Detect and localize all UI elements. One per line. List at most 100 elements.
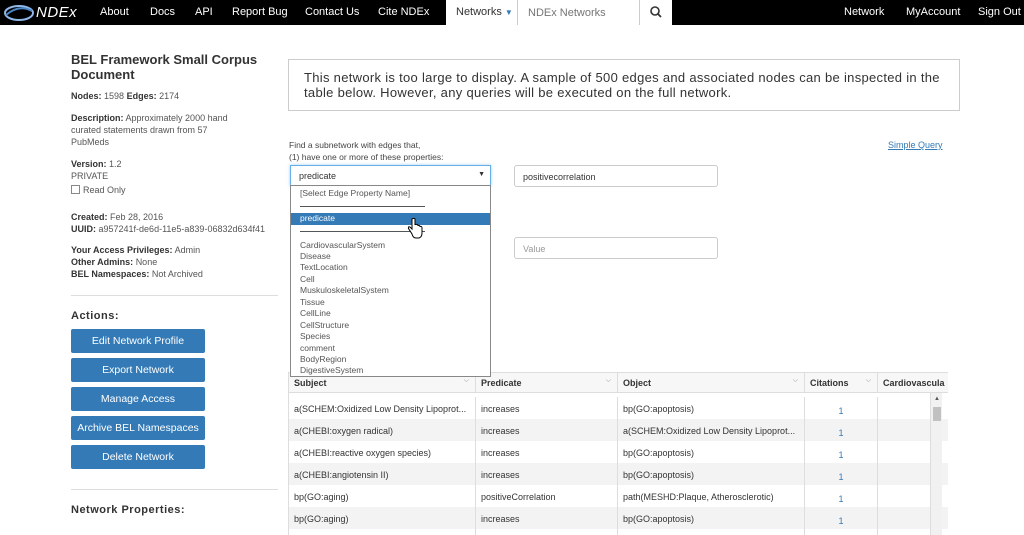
nav-myaccount-link[interactable]: MyAccount bbox=[906, 6, 960, 18]
dropdown-option[interactable]: CellLine bbox=[291, 308, 490, 319]
dropdown-option[interactable]: Species bbox=[291, 331, 490, 342]
dropdown-option[interactable]: TextLocation bbox=[291, 262, 490, 273]
cell-citations-link[interactable]: 1 bbox=[805, 397, 878, 419]
caret-down-icon: ▼ bbox=[504, 8, 513, 17]
cell-subject: a(SCHEM:Oxidized Low Density Lipoprot... bbox=[289, 397, 476, 419]
cell-object: bp(GO:apoptosis) bbox=[618, 507, 805, 529]
column-header-predicate[interactable]: Predicate ⌵ bbox=[476, 373, 618, 393]
networks-dropdown-button[interactable]: Networks ▼ bbox=[446, 0, 518, 25]
cell-predicate: increases bbox=[476, 507, 618, 529]
network-search-bar: Networks ▼ bbox=[446, 0, 672, 25]
read-only-label: Read Only bbox=[83, 185, 126, 195]
cell-citations-link[interactable]: 1 bbox=[805, 419, 878, 441]
column-header-citations[interactable]: Citations ⌵ bbox=[805, 373, 878, 393]
description-label: Description: bbox=[71, 113, 124, 123]
table-row[interactable]: a(SCHEM:Oxidized Low Density Lipoprot...… bbox=[289, 397, 948, 419]
dropdown-option[interactable]: DigestiveSystem bbox=[291, 365, 490, 376]
table-row[interactable]: bp(GO:aging) increases bp(GO:apoptosis) … bbox=[289, 507, 948, 529]
table-row[interactable] bbox=[289, 529, 948, 535]
cell-predicate: increases bbox=[476, 463, 618, 485]
cell-subject: a(CHEBI:oxygen radical) bbox=[289, 419, 476, 441]
cell-subject bbox=[289, 529, 476, 535]
nav-about-link[interactable]: About bbox=[100, 6, 129, 18]
property-value-field[interactable]: positivecorrelation bbox=[514, 165, 718, 187]
uuid: UUID: a957241f-de6d-11e5-a839-06832d634f… bbox=[71, 223, 281, 235]
cell-subject: bp(GO:aging) bbox=[289, 485, 476, 507]
delete-network-button[interactable]: Delete Network bbox=[71, 445, 205, 469]
edges-table: Subject ⌵ Predicate ⌵ Object ⌵ Citations ⌵ C… bbox=[288, 372, 948, 535]
nodes-count: 1598 bbox=[104, 91, 125, 101]
dropdown-option[interactable]: Tissue bbox=[291, 297, 490, 308]
edges-label: Edges: bbox=[126, 91, 157, 101]
dropdown-header-option[interactable]: [Select Edge Property Name] bbox=[291, 188, 490, 199]
table-row[interactable]: bp(GO:aging) positiveCorrelation path(ME… bbox=[289, 485, 948, 507]
network-info-panel: BEL Framework Small Corpus Document Node… bbox=[71, 52, 281, 280]
cell-predicate: positiveCorrelation bbox=[476, 485, 618, 507]
sort-icon: ⌵ bbox=[792, 377, 798, 384]
sort-icon: ⌵ bbox=[605, 377, 611, 384]
top-navbar: NDEx About Docs API Report Bug Contact U… bbox=[0, 0, 1024, 25]
table-row[interactable]: a(CHEBI:oxygen radical) increases a(SCHE… bbox=[289, 419, 948, 441]
other-admins-value: None bbox=[135, 257, 158, 267]
dropdown-option[interactable]: CellStructure bbox=[291, 320, 490, 331]
sort-icon: ⌵ bbox=[865, 377, 871, 384]
edge-property-dropdown: [Select Edge Property Name] predicate Ca… bbox=[290, 185, 491, 377]
query-intro-line1: Find a subnetwork with edges that, bbox=[289, 140, 421, 150]
nav-network-link[interactable]: Network bbox=[844, 6, 884, 18]
nav-report-bug-link[interactable]: Report Bug bbox=[232, 6, 288, 18]
version: Version: 1.2 bbox=[71, 158, 281, 170]
edit-network-profile-button[interactable]: Edit Network Profile bbox=[71, 329, 205, 353]
created-value: Feb 28, 2016 bbox=[110, 212, 164, 222]
dropdown-option[interactable]: CardiovascularSystem bbox=[291, 240, 490, 251]
networks-label: Networks bbox=[456, 6, 502, 18]
dropdown-option[interactable]: Disease bbox=[291, 251, 490, 262]
manage-access-button[interactable]: Manage Access bbox=[71, 387, 205, 411]
cell-citations-link[interactable]: 1 bbox=[805, 463, 878, 485]
cell-citations-link[interactable]: 1 bbox=[805, 485, 878, 507]
cell-object: bp(GO:apoptosis) bbox=[618, 397, 805, 419]
uuid-value: a957241f-de6d-11e5-a839-06832d634f41 bbox=[98, 224, 265, 234]
edge-property-select[interactable]: predicate ▼ bbox=[290, 165, 491, 186]
created: Created: Feb 28, 2016 bbox=[71, 211, 281, 223]
privileges-label: Your Access Privileges: bbox=[71, 245, 173, 255]
network-properties-heading: Network Properties: bbox=[71, 504, 186, 516]
hand-pointer-icon bbox=[407, 217, 423, 245]
nav-api-link[interactable]: API bbox=[195, 6, 213, 18]
cell-citations-link[interactable]: 1 bbox=[805, 507, 878, 529]
column-header-cardiovascular[interactable]: Cardiovascula bbox=[878, 373, 948, 393]
cell-citations bbox=[805, 529, 878, 535]
cell-object: bp(GO:apoptosis) bbox=[618, 441, 805, 463]
column-header-object[interactable]: Object ⌵ bbox=[618, 373, 805, 393]
property-value-field-2[interactable]: Value bbox=[514, 237, 718, 259]
dropdown-option[interactable]: Cell bbox=[291, 274, 490, 285]
archive-bel-namespaces-button[interactable]: Archive BEL Namespaces bbox=[71, 416, 205, 440]
dropdown-option[interactable]: BodyRegion bbox=[291, 354, 490, 365]
search-icon bbox=[650, 6, 662, 18]
scrollbar-thumb[interactable] bbox=[933, 407, 941, 421]
cell-subject: bp(GO:aging) bbox=[289, 507, 476, 529]
cell-citations-link[interactable]: 1 bbox=[805, 441, 878, 463]
read-only-checkbox[interactable] bbox=[71, 185, 80, 194]
nav-signout-link[interactable]: Sign Out bbox=[978, 6, 1021, 18]
ndex-logo[interactable]: NDEx bbox=[2, 2, 88, 23]
table-scrollbar[interactable]: ▲ bbox=[930, 393, 942, 535]
caret-down-icon: ▼ bbox=[478, 171, 485, 178]
table-row[interactable]: a(CHEBI:angiotensin II) increases bp(GO:… bbox=[289, 463, 948, 485]
cell-object: a(SCHEM:Oxidized Low Density Lipoprot... bbox=[618, 419, 805, 441]
nav-contact-link[interactable]: Contact Us bbox=[305, 6, 359, 18]
search-input[interactable] bbox=[519, 0, 639, 25]
brand-text: NDEx bbox=[36, 4, 78, 21]
table-row[interactable]: a(CHEBI:reactive oxygen species) increas… bbox=[289, 441, 948, 463]
dropdown-option[interactable]: MuskuloskeletalSystem bbox=[291, 285, 490, 296]
nav-cite-link[interactable]: Cite NDEx bbox=[378, 6, 429, 18]
cell-object: path(MESHD:Plaque, Atherosclerotic) bbox=[618, 485, 805, 507]
cell-object bbox=[618, 529, 805, 535]
scroll-up-icon[interactable]: ▲ bbox=[934, 396, 940, 402]
export-network-button[interactable]: Export Network bbox=[71, 358, 205, 382]
search-button[interactable] bbox=[639, 0, 672, 25]
nav-docs-link[interactable]: Docs bbox=[150, 6, 175, 18]
simple-query-link[interactable]: Simple Query bbox=[888, 140, 943, 150]
dropdown-option-predicate[interactable]: predicate bbox=[291, 213, 490, 225]
visibility: PRIVATE bbox=[71, 171, 109, 181]
dropdown-option[interactable]: comment bbox=[291, 343, 490, 354]
